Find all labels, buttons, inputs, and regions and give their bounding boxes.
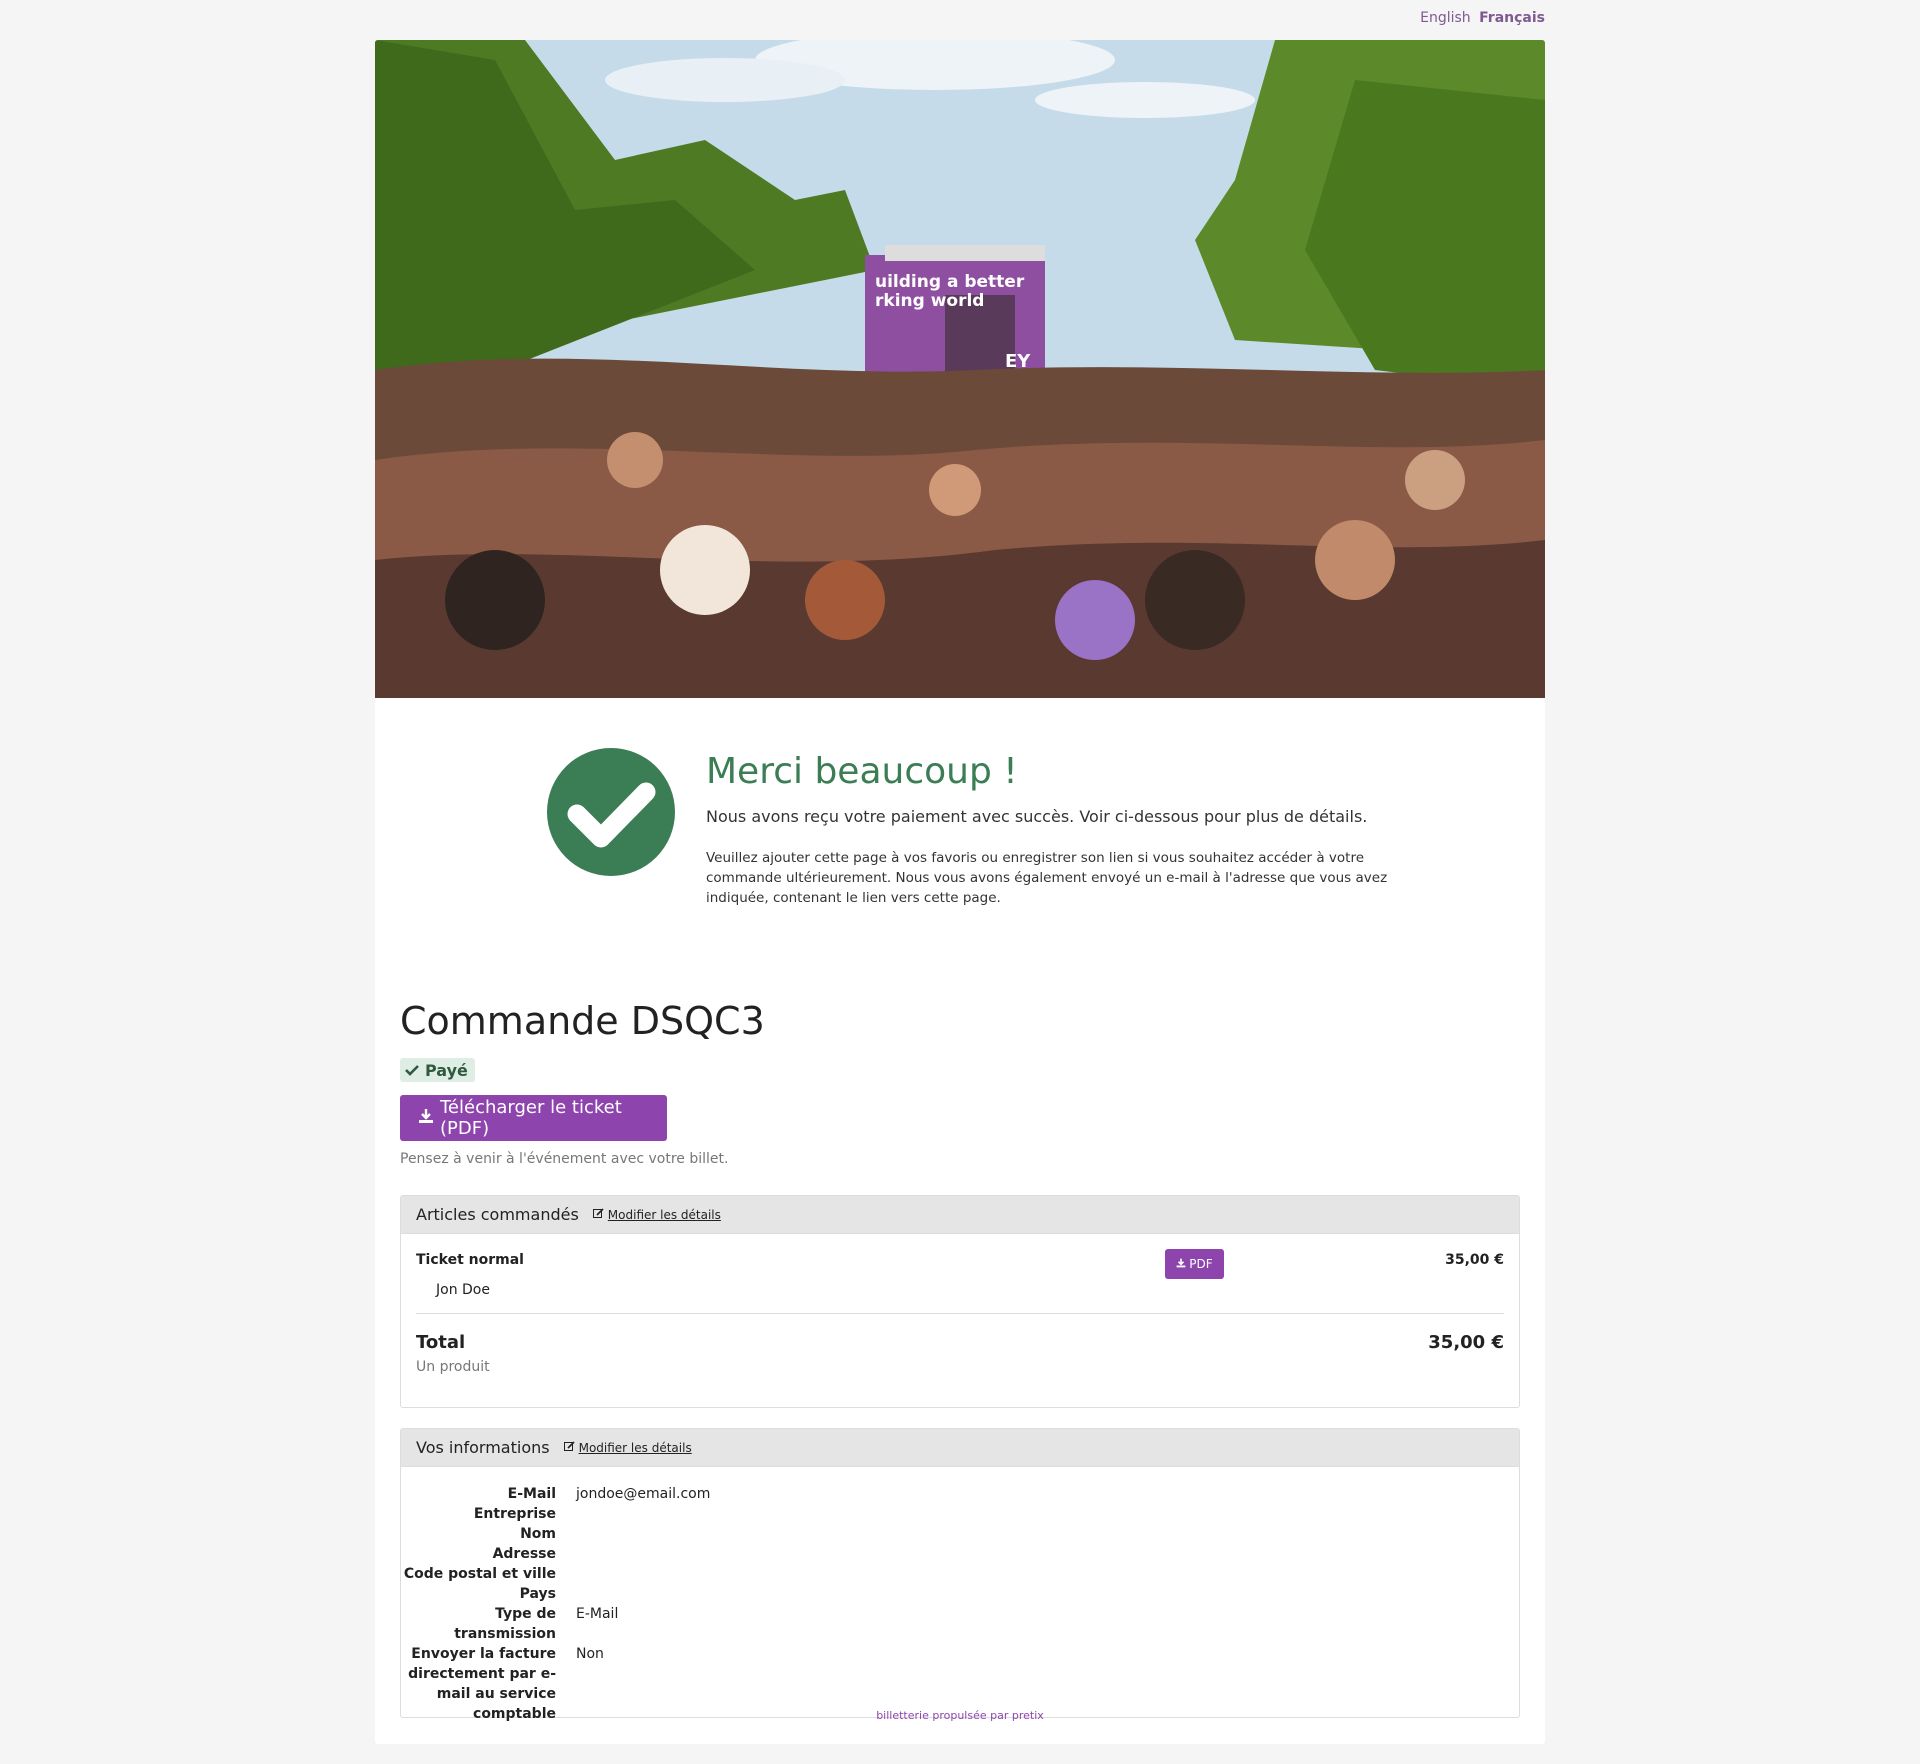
- thank-you-block: Merci beaucoup ! Nous avons reçu votre p…: [547, 748, 1397, 928]
- ordered-items-heading: Articles commandés: [416, 1205, 579, 1224]
- lang-francais-link[interactable]: Français: [1479, 10, 1545, 26]
- info-value: [576, 1524, 1519, 1544]
- item-name: Ticket normal: [416, 1252, 524, 1268]
- your-info-panel: Vos informations Modifier les détails E-…: [400, 1428, 1520, 1722]
- info-value: [576, 1504, 1519, 1524]
- info-value: jondoe@email.com: [576, 1486, 711, 1502]
- success-check-icon: [547, 748, 675, 876]
- total-count: Un produit: [416, 1359, 490, 1375]
- order-title: Commande DSQC3: [400, 999, 765, 1043]
- lang-english-link[interactable]: English: [1420, 10, 1471, 26]
- your-info-heading: Vos informations: [416, 1438, 550, 1457]
- info-value: [576, 1564, 1519, 1584]
- info-row-address: Adresse: [401, 1544, 1519, 1564]
- item-price: 35,00 €: [1445, 1252, 1504, 1268]
- footer: billetterie propulsée par pretix: [0, 1709, 1920, 1722]
- attendee-name: Jon Doe: [436, 1282, 490, 1298]
- edit-icon: [592, 1207, 604, 1222]
- total-label: Total: [416, 1332, 466, 1353]
- info-row-company: Entreprise: [401, 1504, 1519, 1524]
- info-key: Adresse: [492, 1546, 556, 1562]
- edit-info-label: Modifier les détails: [578, 1440, 692, 1455]
- item-pdf-label: PDF: [1189, 1257, 1213, 1271]
- info-key: Pays: [519, 1586, 556, 1602]
- download-icon: [1176, 1257, 1186, 1271]
- info-key: Nom: [520, 1526, 556, 1542]
- thank-you-title: Merci beaucoup !: [706, 751, 1018, 792]
- info-key: Code postal et ville: [403, 1566, 556, 1582]
- info-value: [576, 1544, 1519, 1564]
- edit-items-link[interactable]: Modifier les détails: [592, 1207, 721, 1222]
- download-ticket-button[interactable]: Télécharger le ticket (PDF): [400, 1095, 667, 1141]
- info-row-transmission: Type de transmission E-Mail: [401, 1604, 1519, 1644]
- download-ticket-label: Télécharger le ticket (PDF): [440, 1097, 622, 1139]
- info-row-country: Pays: [401, 1584, 1519, 1604]
- item-pdf-button[interactable]: PDF: [1165, 1249, 1224, 1279]
- truck-text-1: uilding a better: [875, 272, 1025, 292]
- info-row-name: Nom: [401, 1524, 1519, 1544]
- total-row: Total Un produit 35,00 €: [416, 1314, 1504, 1394]
- info-value: [576, 1584, 1519, 1604]
- thank-you-note: Veuillez ajouter cette page à vos favori…: [706, 850, 1388, 906]
- info-row-email: E-Mail jondoe@email.com: [401, 1484, 1519, 1504]
- event-hint: Pensez à venir à l'événement avec votre …: [400, 1151, 729, 1167]
- edit-icon: [563, 1440, 575, 1455]
- thank-you-subtitle: Nous avons reçu votre paiement avec succ…: [706, 807, 1368, 826]
- status-label: Payé: [425, 1060, 468, 1080]
- info-key: Entreprise: [473, 1506, 556, 1522]
- edit-items-label: Modifier les détails: [607, 1207, 721, 1222]
- info-key: E-Mail: [507, 1486, 556, 1502]
- hero-image: uilding a better rking world EY: [375, 40, 1545, 698]
- download-icon: [418, 1108, 434, 1129]
- ordered-items-panel: Articles commandés Modifier les détails …: [400, 1195, 1520, 1408]
- check-icon: [405, 1061, 419, 1080]
- language-switcher: English Français: [1416, 10, 1545, 26]
- order-summary: Commande DSQC3 Payé Télécharger le ticke…: [400, 995, 1520, 1167]
- edit-info-link[interactable]: Modifier les détails: [563, 1440, 692, 1455]
- total-value: 35,00 €: [1428, 1332, 1504, 1353]
- page-container: uilding a better rking world EY Merci be…: [375, 40, 1545, 1744]
- hero-illustration: uilding a better rking world EY: [375, 40, 1545, 698]
- status-badge: Payé: [400, 1058, 475, 1082]
- truck-text-2: rking world: [875, 291, 984, 311]
- powered-by-link[interactable]: billetterie propulsée par pretix: [876, 1709, 1044, 1722]
- info-key: Type de transmission: [454, 1606, 556, 1642]
- info-row-postcode-city: Code postal et ville: [401, 1564, 1519, 1584]
- order-item-row: Ticket normal Jon Doe PDF 35,00 €: [416, 1234, 1504, 1314]
- info-list: E-Mail jondoe@email.com Entreprise Nom Ad…: [401, 1484, 1519, 1724]
- info-value: E-Mail: [576, 1606, 619, 1622]
